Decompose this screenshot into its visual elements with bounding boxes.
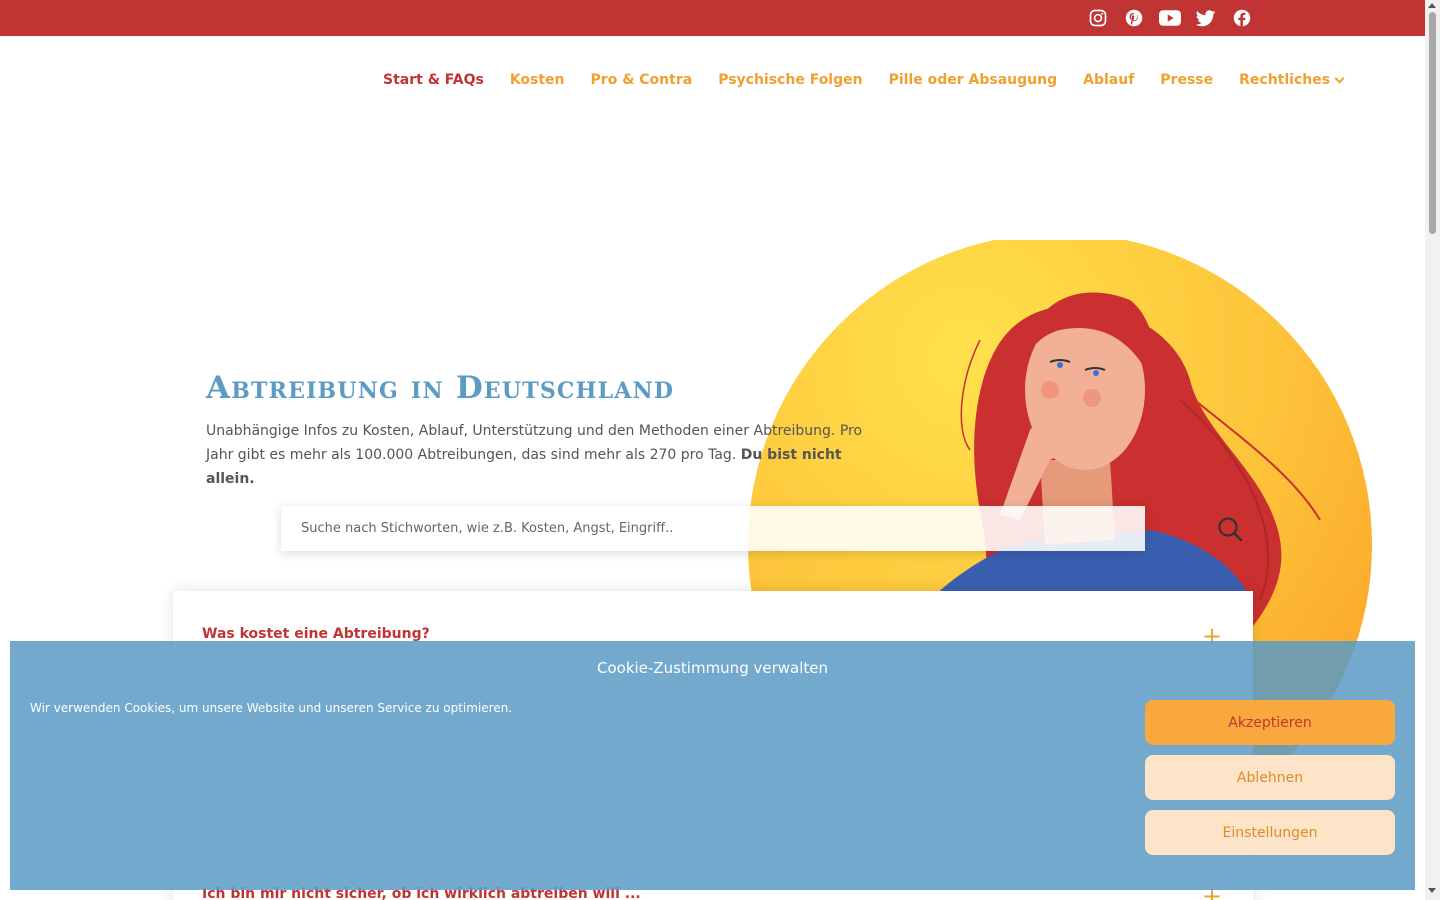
deny-button[interactable]: Ablehnen	[1145, 755, 1395, 800]
nav-item-start-faqs[interactable]: Start & FAQs	[383, 72, 484, 88]
page-title: Abtreibung in Deutschland	[206, 370, 675, 406]
nav-item-presse[interactable]: Presse	[1160, 72, 1213, 88]
nav-item-pille-oder-absaugung[interactable]: Pille oder Absaugung	[889, 72, 1058, 88]
nav-item-pro-contra[interactable]: Pro & Contra	[591, 72, 693, 88]
pinterest-icon[interactable]	[1123, 8, 1145, 28]
top-bar	[0, 0, 1425, 36]
faq-question: Was kostet eine Abtreibung?	[202, 626, 430, 642]
hero-description: Unabhängige Infos zu Kosten, Ablauf, Unt…	[206, 419, 866, 491]
youtube-icon[interactable]	[1159, 8, 1181, 28]
nav-item-kosten[interactable]: Kosten	[510, 72, 565, 88]
scroll-down-icon[interactable]	[1428, 888, 1436, 893]
settings-button[interactable]: Einstellungen	[1145, 810, 1395, 855]
search-input[interactable]	[301, 521, 1145, 536]
nav-item-ablauf[interactable]: Ablauf	[1083, 72, 1134, 88]
scrollbar[interactable]	[1425, 0, 1440, 900]
main-nav: Start & FAQs Kosten Pro & Contra Psychis…	[383, 72, 1345, 88]
page: Start & FAQs Kosten Pro & Contra Psychis…	[0, 0, 1440, 900]
scroll-thumb[interactable]	[1429, 12, 1436, 234]
accept-button[interactable]: Akzeptieren	[1145, 700, 1395, 745]
chevron-down-icon	[1334, 73, 1345, 83]
search-bar	[281, 506, 1145, 551]
cookie-text: Wir verwenden Cookies, um unsere Website…	[30, 701, 513, 715]
cookie-title: Cookie-Zustimmung verwalten	[596, 659, 828, 677]
search-icon[interactable]	[1215, 514, 1245, 544]
nav-item-rechtliches-label: Rechtliches	[1239, 72, 1331, 88]
scroll-up-icon[interactable]	[1428, 3, 1436, 8]
social-links	[1087, 8, 1253, 28]
nav-item-psychische-folgen[interactable]: Psychische Folgen	[718, 72, 862, 88]
twitter-icon[interactable]	[1195, 8, 1217, 28]
instagram-icon[interactable]	[1087, 8, 1109, 28]
nav-item-rechtliches[interactable]: Rechtliches	[1239, 72, 1345, 88]
facebook-icon[interactable]	[1231, 8, 1253, 28]
faq-item[interactable]: Was kostet eine Abtreibung? +	[202, 622, 1222, 650]
cookie-banner: Cookie-Zustimmung verwalten Wir verwende…	[10, 641, 1415, 890]
